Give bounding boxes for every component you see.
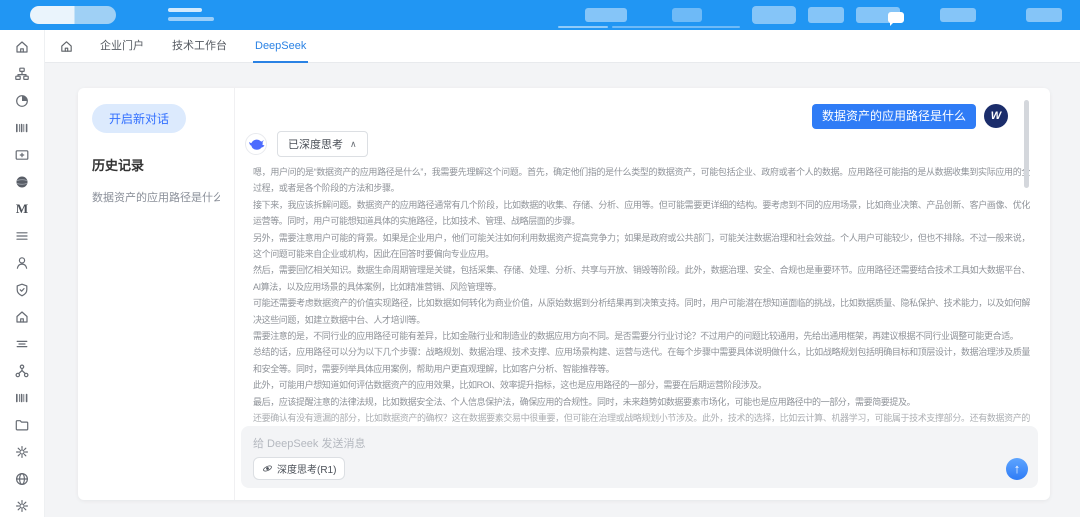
thought-paragraph: 可能还需要考虑数据资产的价值实现路径，比如数据如何转化为商业价值，从原始数据到分… — [253, 295, 1030, 328]
assistant-row: 已深度思考 ∧ — [245, 131, 1030, 157]
chat-sidebar: 开启新对话 历史记录 数据资产的应用路径是什么 — [78, 88, 235, 500]
deepseek-chat-panel: 开启新对话 历史记录 数据资产的应用路径是什么 数据资产的应用路径是什么 W 已… — [78, 88, 1050, 500]
deep-think-icon — [262, 463, 273, 474]
history-title: 历史记录 — [92, 155, 220, 174]
layers-icon[interactable] — [14, 336, 30, 352]
folder-icon[interactable] — [14, 417, 30, 433]
user-icon[interactable] — [14, 255, 30, 271]
thought-paragraph: 需要注意的是，不同行业的应用路径可能有差异，比如金融行业和制造业的数据应用方向不… — [253, 328, 1030, 344]
topbar-nav-item-redacted[interactable] — [672, 8, 702, 22]
topbar-nav-item-redacted[interactable] — [752, 6, 796, 24]
home-alt-icon[interactable] — [14, 309, 30, 325]
thought-paragraph: 然后，需要回忆相关知识。数据生命周期管理是关键，包括采集、存储、处理、分析、共享… — [253, 262, 1030, 295]
input-placeholder: 给 DeepSeek 发送消息 — [253, 435, 1026, 451]
topbar-secondary-logo — [168, 8, 216, 22]
shield-icon[interactable] — [14, 282, 30, 298]
composer-toolbar: 深度思考(R1) ↑ — [253, 457, 1028, 480]
new-chat-button[interactable]: 开启新对话 — [92, 104, 186, 133]
topbar-nav-item-redacted[interactable] — [1026, 8, 1062, 22]
left-icon-rail: M — [0, 30, 45, 517]
app-logo — [30, 6, 116, 24]
globe-dark-icon[interactable] — [14, 174, 30, 190]
chat-scrollbar[interactable] — [1024, 100, 1029, 188]
history-item[interactable]: 数据资产的应用路径是什么 — [92, 189, 220, 205]
user-message-row: 数据资产的应用路径是什么 W — [245, 104, 1030, 129]
thought-paragraph: 另外，需要注意用户可能的背景。如果是企业用户，他们可能关注如何利用数据资产提高竞… — [253, 230, 1030, 263]
thought-paragraph: 接下来，我应该拆解问题。数据资产的应用路径通常有几个阶段，比如数据的收集、存储、… — [253, 197, 1030, 230]
chat-bubble-icon[interactable] — [888, 12, 904, 23]
thinking-content: 嗯，用户问的是“数据资产的应用路径是什么”，我需要先理解这个问题。首先，确定他们… — [253, 164, 1030, 426]
tab-home-icon[interactable] — [58, 38, 74, 54]
deep-thought-label: 已深度思考 — [288, 136, 343, 152]
message-input[interactable]: 给 DeepSeek 发送消息 深度思考(R1) ↑ — [241, 426, 1038, 488]
user-avatar: W — [984, 104, 1008, 128]
send-button[interactable]: ↑ — [1006, 458, 1028, 480]
settings-gear-icon[interactable] — [14, 498, 30, 514]
m-logo-icon[interactable]: M — [14, 201, 30, 217]
deep-think-label: 深度思考(R1) — [277, 461, 336, 476]
tab-bar: 企业门户 技术工作台 DeepSeek — [45, 30, 1080, 63]
user-message-bubble: 数据资产的应用路径是什么 — [812, 104, 976, 129]
thought-paragraph: 还要确认有没有遗漏的部分，比如数据资产的确权？这在数据要素交易中很重要，但可能在… — [253, 410, 1030, 426]
barcode-icon[interactable] — [14, 120, 30, 136]
barcode-alt-icon[interactable] — [14, 390, 30, 406]
menu-lines-icon[interactable] — [14, 228, 30, 244]
topbar-underline — [612, 26, 740, 28]
thought-paragraph: 此外，可能用户想知道如何评估数据资产的应用效果，比如ROI、效率提升指标，这也是… — [253, 377, 1030, 393]
chevron-up-icon: ∧ — [350, 139, 357, 150]
tab-enterprise-portal[interactable]: 企业门户 — [98, 30, 146, 63]
home-icon[interactable] — [14, 39, 30, 55]
thought-paragraph: 嗯，用户问的是“数据资产的应用路径是什么”，我需要先理解这个问题。首先，确定他们… — [253, 164, 1030, 197]
tab-tech-workbench[interactable]: 技术工作台 — [170, 30, 229, 63]
org-chart-icon[interactable] — [14, 66, 30, 82]
chat-main: 数据资产的应用路径是什么 W 已深度思考 ∧ 嗯，用户问的是“数据资产的应用路径… — [235, 88, 1050, 500]
share-nodes-icon[interactable] — [14, 363, 30, 379]
deepseek-whale-icon — [245, 133, 267, 155]
deep-think-button[interactable]: 深度思考(R1) — [253, 457, 345, 480]
gear-icon[interactable] — [14, 444, 30, 460]
pie-chart-icon[interactable] — [14, 93, 30, 109]
globe-icon[interactable] — [14, 471, 30, 487]
thought-paragraph: 总结的话，应用路径可以分为以下几个步骤：战略规划、数据治理、技术支撑、应用场景构… — [253, 344, 1030, 377]
card-add-icon[interactable] — [14, 147, 30, 163]
topbar-underline — [558, 26, 608, 28]
topbar-nav-item-redacted[interactable] — [808, 7, 844, 23]
topbar-nav-item-redacted[interactable] — [585, 8, 627, 22]
topbar-nav-item-redacted[interactable] — [940, 8, 976, 22]
tab-deepseek[interactable]: DeepSeek — [253, 30, 308, 63]
thought-paragraph: 最后，应该提醒注意的法律法规，比如数据安全法、个人信息保护法，确保应用的合规性。… — [253, 394, 1030, 410]
top-navigation-bar — [0, 0, 1080, 30]
deep-thought-toggle[interactable]: 已深度思考 ∧ — [277, 131, 368, 157]
